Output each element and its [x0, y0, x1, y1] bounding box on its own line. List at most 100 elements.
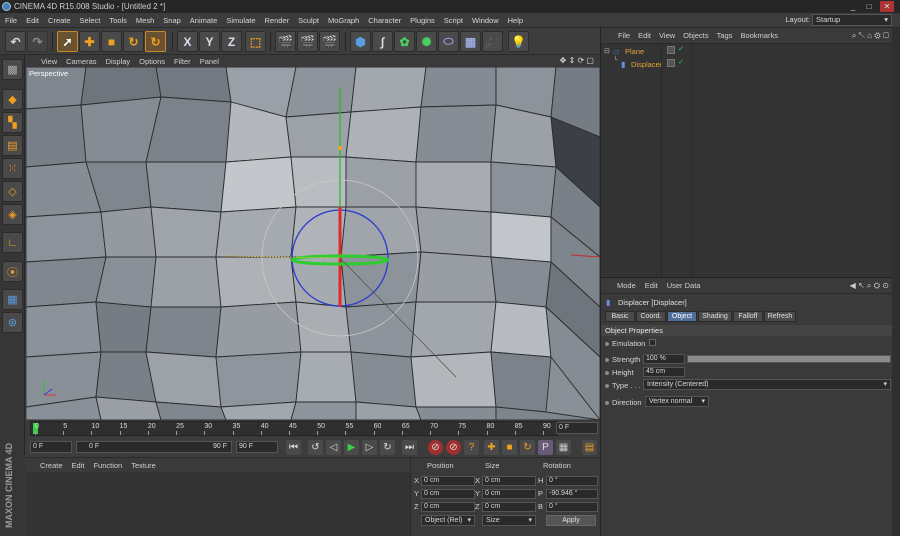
- menu-plugins[interactable]: Plugins: [410, 16, 435, 25]
- points-mode-button[interactable]: ⁙: [2, 158, 23, 179]
- size-z-input[interactable]: 0 cm: [482, 502, 536, 512]
- viewport-nav-icons[interactable]: ✥ ⇕ ⟳ ▢: [560, 56, 594, 65]
- emulation-checkbox[interactable]: [649, 339, 656, 346]
- menu-select[interactable]: Select: [80, 16, 101, 25]
- minimize-button[interactable]: _: [846, 1, 860, 12]
- size-x-input[interactable]: 0 cm: [482, 476, 536, 486]
- key-position-button[interactable]: ✚: [484, 440, 499, 455]
- animation-bullet-icon[interactable]: [605, 401, 609, 406]
- size-mode-select[interactable]: Size ▾: [482, 515, 536, 526]
- object-menu-objects[interactable]: Objects: [683, 31, 708, 40]
- size-y-input[interactable]: 0 cm: [482, 489, 536, 499]
- axis-mode-button[interactable]: ∟: [2, 232, 23, 253]
- attr-menu-mode[interactable]: Mode: [617, 281, 636, 290]
- array-button[interactable]: ✺: [416, 31, 437, 52]
- menu-simulate[interactable]: Simulate: [226, 16, 255, 25]
- render-settings-button[interactable]: 🎬: [319, 31, 340, 52]
- previous-key-button[interactable]: ↺: [308, 440, 323, 455]
- viewport-menu-options[interactable]: Options: [139, 57, 165, 66]
- go-to-start-button[interactable]: ⏮: [286, 440, 301, 455]
- coordinate-mode-select[interactable]: Object (Rel) ▾: [421, 515, 475, 526]
- floor-button[interactable]: ▦: [460, 31, 481, 52]
- current-frame-field[interactable]: 0 F: [556, 422, 598, 434]
- material-menu-edit[interactable]: Edit: [72, 461, 85, 470]
- model-mode-button[interactable]: ◆: [2, 89, 23, 110]
- animation-bullet-icon[interactable]: [605, 342, 609, 347]
- polygons-mode-button[interactable]: ◈: [2, 204, 23, 225]
- object-menu-tags[interactable]: Tags: [717, 31, 733, 40]
- snap-button[interactable]: ▦: [2, 289, 23, 310]
- edges-mode-button[interactable]: ◇: [2, 181, 23, 202]
- material-menu-create[interactable]: Create: [40, 461, 63, 470]
- menu-mesh[interactable]: Mesh: [136, 16, 154, 25]
- texture-mode-button[interactable]: ▚: [2, 112, 23, 133]
- type-select[interactable]: Intensity (Centered) ▾: [643, 379, 891, 390]
- preview-range-slider[interactable]: 0 F 90 F: [76, 441, 232, 453]
- attr-menu-user-data[interactable]: User Data: [667, 281, 701, 290]
- layer-icon[interactable]: [667, 59, 675, 67]
- coordinate-system-button[interactable]: ⬚: [245, 31, 266, 52]
- menu-window[interactable]: Window: [472, 16, 499, 25]
- render-picture-viewer-button[interactable]: 🎬: [297, 31, 318, 52]
- animation-bullet-icon[interactable]: [605, 384, 609, 389]
- workplane-mode-button[interactable]: ▤: [2, 135, 23, 156]
- scheme-button[interactable]: ▤: [582, 440, 597, 455]
- rot-h-input[interactable]: 0 °: [546, 476, 598, 486]
- axis-x-button[interactable]: X: [177, 31, 198, 52]
- camera-button[interactable]: 🎥: [482, 31, 503, 52]
- height-input[interactable]: 45 cm: [643, 367, 685, 377]
- object-row-displacer[interactable]: └ ▮ Displacer ✓: [601, 57, 893, 71]
- strength-slider[interactable]: [687, 355, 891, 363]
- play-button[interactable]: ▶: [344, 440, 359, 455]
- viewport-menu-cameras[interactable]: Cameras: [66, 57, 96, 66]
- render-view-button[interactable]: 🎬: [275, 31, 296, 52]
- viewport-menu-filter[interactable]: Filter: [174, 57, 191, 66]
- animation-bullet-icon[interactable]: [605, 371, 609, 376]
- menu-file[interactable]: File: [5, 16, 17, 25]
- light-button[interactable]: 💡: [508, 31, 529, 52]
- pos-z-input[interactable]: 0 cm: [421, 502, 475, 512]
- autokey-button[interactable]: ⊘: [446, 440, 461, 455]
- material-menu-function[interactable]: Function: [93, 461, 122, 470]
- menu-help[interactable]: Help: [508, 16, 523, 25]
- animation-bullet-icon[interactable]: [605, 358, 609, 363]
- keyframe-selection-button[interactable]: ?: [464, 440, 479, 455]
- visibility-check-icon[interactable]: ✓: [678, 58, 684, 66]
- pos-x-input[interactable]: 0 cm: [421, 476, 475, 486]
- move-tool-button[interactable]: ✚: [79, 31, 100, 52]
- layer-icon[interactable]: [667, 46, 675, 54]
- workplane-snap-button[interactable]: ⊛: [2, 312, 23, 333]
- direction-select[interactable]: Vertex normal ▾: [645, 396, 709, 407]
- pos-y-input[interactable]: 0 cm: [421, 489, 475, 499]
- viewport-menu-view[interactable]: View: [41, 57, 57, 66]
- object-menu-edit[interactable]: Edit: [638, 31, 651, 40]
- spline-button[interactable]: ∫: [372, 31, 393, 52]
- live-selection-button[interactable]: ➚: [57, 31, 78, 52]
- axis-y-button[interactable]: Y: [199, 31, 220, 52]
- attribute-nav-icons[interactable]: ◀ ↖ ⌕ ⛭ ⊙: [850, 281, 889, 291]
- material-menu-texture[interactable]: Texture: [131, 461, 156, 470]
- undo-button[interactable]: ↶: [5, 31, 26, 52]
- key-pla-button[interactable]: ▦: [556, 440, 571, 455]
- maximize-button[interactable]: □: [862, 1, 876, 12]
- tab-falloff[interactable]: Falloff: [733, 311, 763, 322]
- menu-snap[interactable]: Snap: [163, 16, 181, 25]
- next-frame-button[interactable]: ▷: [362, 440, 377, 455]
- tab-shading[interactable]: Shading: [698, 311, 732, 322]
- make-editable-button[interactable]: ▩: [2, 59, 23, 80]
- rot-b-input[interactable]: 0 °: [546, 502, 598, 512]
- end-frame-field[interactable]: 90 F: [236, 441, 278, 453]
- menu-edit[interactable]: Edit: [26, 16, 39, 25]
- viewport-perspective[interactable]: Perspective: [26, 67, 600, 420]
- redo-button[interactable]: ↷: [27, 31, 48, 52]
- viewport-menu-display[interactable]: Display: [106, 57, 131, 66]
- menu-tools[interactable]: Tools: [109, 16, 127, 25]
- rot-p-input[interactable]: -90.946 °: [546, 489, 598, 499]
- menu-script[interactable]: Script: [444, 16, 463, 25]
- strength-input[interactable]: 100 %: [643, 354, 685, 364]
- menu-render[interactable]: Render: [265, 16, 290, 25]
- object-menu-view[interactable]: View: [659, 31, 675, 40]
- scale-tool-button[interactable]: ■: [101, 31, 122, 52]
- rotate-tool-button[interactable]: ↻: [123, 31, 144, 52]
- menu-sculpt[interactable]: Sculpt: [298, 16, 319, 25]
